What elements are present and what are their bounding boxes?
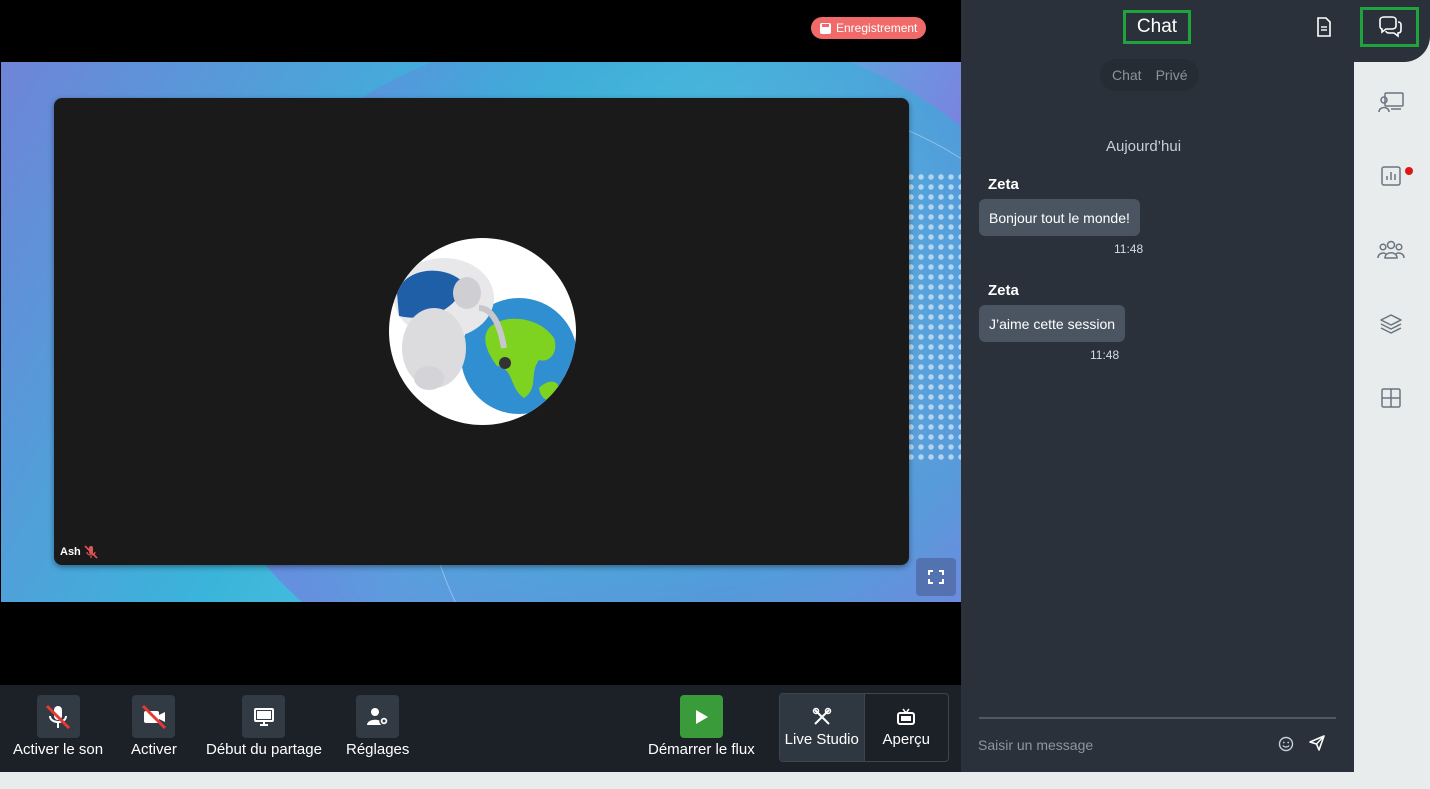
document-icon xyxy=(1317,17,1331,37)
emoji-button[interactable] xyxy=(1278,736,1294,757)
message-bubble: Bonjour tout le monde! xyxy=(979,199,1140,236)
start-stream-label: Démarrer le flux xyxy=(648,741,755,758)
mic-muted-icon xyxy=(84,545,98,559)
live-studio-button[interactable]: Live Studio xyxy=(780,694,864,761)
background-dots xyxy=(906,172,961,462)
preview-label: Aperçu xyxy=(882,731,931,748)
bottom-strip xyxy=(0,772,1430,789)
save-icon xyxy=(820,22,831,34)
participant-avatar xyxy=(389,238,576,425)
participant-name: Ash xyxy=(60,546,81,558)
stage-background: Ash xyxy=(1,62,961,602)
rail-presentation-button[interactable] xyxy=(1376,88,1406,116)
user-settings-icon xyxy=(366,707,389,726)
send-button[interactable] xyxy=(1308,734,1326,757)
bottom-toolbar: Activer le son Activer Début du partage … xyxy=(0,685,961,772)
monitor-icon xyxy=(253,707,274,726)
app-window: Enregistrement Ash Activer le son Active… xyxy=(0,0,1430,789)
date-separator: Aujourd’hui xyxy=(1105,138,1182,155)
fullscreen-button[interactable] xyxy=(916,558,956,596)
recording-badge: Enregistrement xyxy=(811,17,927,39)
participants-icon xyxy=(1377,240,1405,259)
message-time: 11:48 xyxy=(1114,242,1144,256)
tools-icon xyxy=(812,707,831,725)
layout-grid-icon xyxy=(1381,388,1401,408)
fullscreen-icon xyxy=(928,570,944,584)
live-studio-label: Live Studio xyxy=(784,731,859,748)
composer-divider xyxy=(979,717,1336,719)
start-stream-icon-box xyxy=(679,695,723,738)
share-label: Début du partage xyxy=(206,741,322,758)
tv-icon xyxy=(897,708,916,725)
settings-label: Réglages xyxy=(346,741,410,758)
message-input[interactable] xyxy=(978,734,1258,756)
camera-label: Activer xyxy=(131,741,177,758)
emoji-icon xyxy=(1278,736,1294,752)
tab-chat[interactable]: Chat xyxy=(1106,67,1148,83)
message-author: Zeta xyxy=(988,282,1019,299)
tab-private[interactable]: Privé xyxy=(1150,67,1194,83)
rail-poll-button[interactable] xyxy=(1376,162,1406,190)
rail-chat-button[interactable] xyxy=(1360,7,1419,47)
message-bubble: J’aime cette session xyxy=(979,305,1126,342)
share-button[interactable]: Début du partage xyxy=(206,695,322,758)
camera-button[interactable]: Activer xyxy=(131,695,177,758)
layers-icon xyxy=(1380,314,1402,334)
rail-participants-button[interactable] xyxy=(1376,236,1406,264)
notes-button[interactable] xyxy=(1316,17,1332,42)
presentation-icon xyxy=(1378,92,1404,113)
unmute-icon-box xyxy=(36,695,80,738)
recording-label: Enregistrement xyxy=(836,21,918,35)
settings-button[interactable]: Réglages xyxy=(346,695,409,758)
view-mode-toggle: Live Studio Aperçu xyxy=(779,693,949,762)
mic-off-icon xyxy=(45,704,71,729)
chat-icon xyxy=(1378,16,1402,38)
participant-video-tile[interactable]: Ash xyxy=(54,98,909,565)
rail-layers-button[interactable] xyxy=(1376,310,1406,338)
share-icon-box xyxy=(242,695,286,738)
poll-notification-dot xyxy=(1405,167,1413,175)
chat-title: Chat xyxy=(1123,10,1191,44)
chat-panel: Chat Chat Privé Aujourd’hui Zeta Bonjour… xyxy=(961,0,1354,772)
send-icon xyxy=(1309,735,1325,751)
astronaut-earth-icon xyxy=(394,258,576,414)
message-time: 11:48 xyxy=(1090,348,1120,362)
start-stream-button[interactable]: Démarrer le flux xyxy=(648,695,755,758)
camera-off-icon xyxy=(141,704,166,729)
participant-label: Ash xyxy=(60,545,98,559)
rail-layout-button[interactable] xyxy=(1376,384,1406,412)
camera-icon-box xyxy=(132,695,176,738)
unmute-label: Activer le son xyxy=(13,741,104,758)
message-author: Zeta xyxy=(988,176,1019,193)
play-icon xyxy=(696,709,709,724)
preview-button[interactable]: Aperçu xyxy=(863,694,949,761)
chat-mode-tabs: Chat Privé xyxy=(1100,59,1200,91)
unmute-button[interactable]: Activer le son xyxy=(13,695,103,758)
poll-chart-icon xyxy=(1381,166,1401,186)
stage: Enregistrement Ash xyxy=(0,0,961,685)
settings-icon-box xyxy=(356,695,400,738)
